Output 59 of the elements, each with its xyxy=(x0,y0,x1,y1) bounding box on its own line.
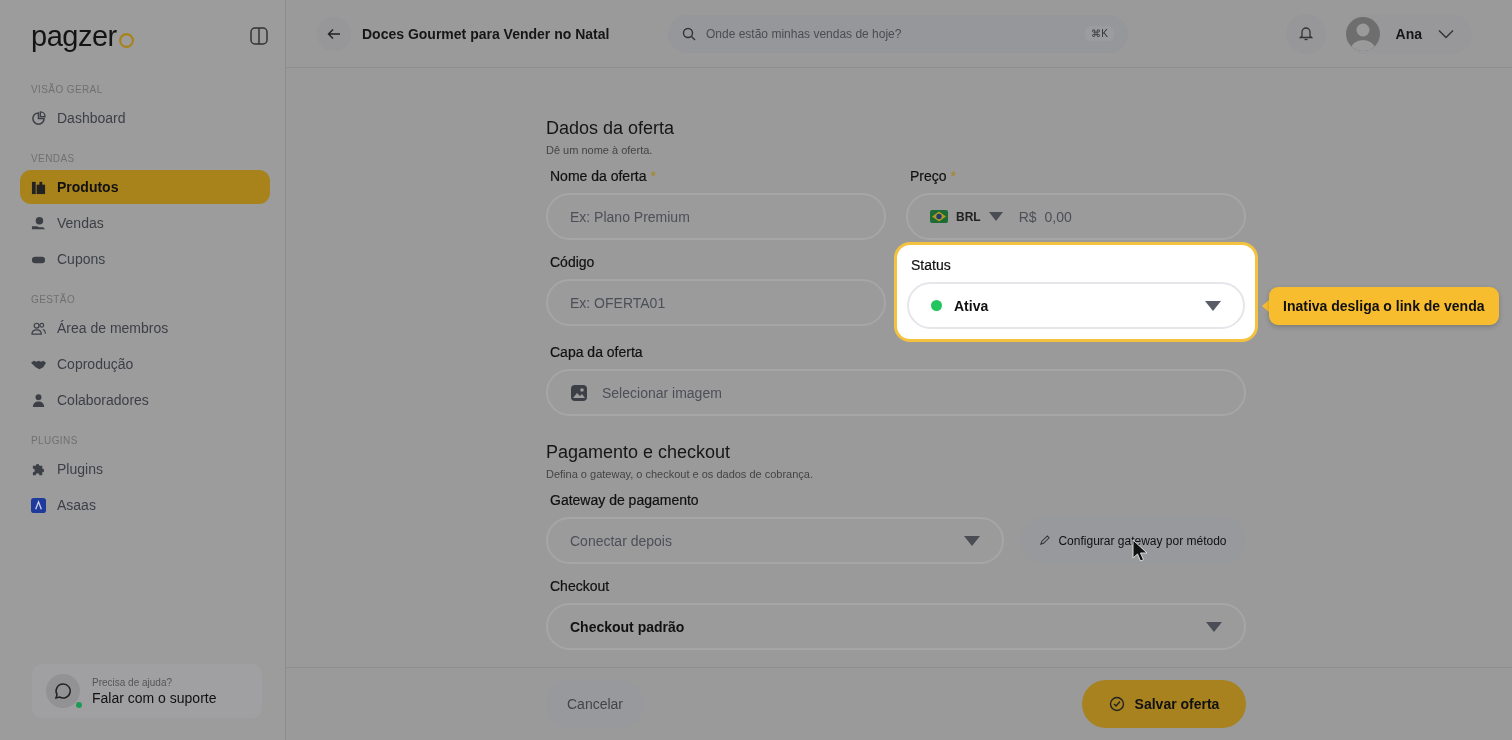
puzzle-icon xyxy=(31,461,46,477)
logo[interactable]: pagzer xyxy=(31,21,135,51)
field-label: Preço xyxy=(910,168,947,184)
support-label: Falar com o suporte xyxy=(92,689,217,706)
nav-item[interactable]: Coprodução xyxy=(20,347,270,381)
required-mark: * xyxy=(950,168,957,184)
tooltip: Inativa desliga o link de venda xyxy=(1269,286,1499,325)
field-label: Nome da oferta xyxy=(550,168,647,184)
section-title: Dados da oferta xyxy=(546,118,676,139)
field-label: Gateway de pagamento xyxy=(550,492,699,508)
select-field[interactable]: Conectar depois xyxy=(546,517,1004,564)
dropdown-arrow-icon xyxy=(988,212,1003,221)
check-circle-icon xyxy=(1108,696,1125,712)
users-icon xyxy=(31,320,46,336)
sidebar-toggle-icon[interactable] xyxy=(250,27,268,45)
field-label: Status xyxy=(911,257,951,273)
dropdown-arrow-icon xyxy=(1205,300,1221,311)
nav-item[interactable]: Dashboard xyxy=(20,101,270,135)
nav-item[interactable]: Área de membros xyxy=(20,311,270,345)
section-subtitle: Dê um nome à oferta. xyxy=(546,144,654,156)
field-label: Código xyxy=(550,254,595,270)
select-field[interactable]: Checkout padrão xyxy=(546,603,1246,650)
search-field[interactable]: Onde estão minhas vendas de hoje? ⌘K xyxy=(668,14,1128,53)
nav-item[interactable]: Produtos xyxy=(20,170,270,204)
bell-icon xyxy=(1298,26,1313,41)
nav-item[interactable]: Asaas xyxy=(20,488,270,522)
text-field[interactable]: Ex: Plano Premium xyxy=(546,193,886,240)
chat-icon xyxy=(54,682,72,700)
section-subtitle: Defina o gateway, o checkout e os dados de cobrança. xyxy=(546,468,815,480)
nav-item[interactable]: Colaboradores xyxy=(20,383,270,417)
image-icon xyxy=(570,383,588,402)
section-title: Pagamento e checkout xyxy=(546,442,732,463)
save-button[interactable]: Salvar oferta xyxy=(1082,680,1246,728)
dropdown-arrow-icon xyxy=(964,535,980,546)
pencil-icon xyxy=(1039,535,1051,546)
nav-item[interactable]: Vendas xyxy=(20,206,270,240)
required-mark: * xyxy=(650,168,656,184)
pie-chart-icon xyxy=(31,110,46,126)
page-title: Doces Gourmet para Vender no Natal xyxy=(362,25,611,42)
field-label: Capa da oferta xyxy=(550,344,643,360)
support-hint: Precisa de ajuda? xyxy=(92,676,174,688)
support-card[interactable]: Precisa de ajuda? Falar com o suporte xyxy=(32,664,262,718)
image-picker[interactable]: Selecionar imagem xyxy=(546,369,1246,416)
shortcut-badge: ⌘K xyxy=(1085,26,1114,41)
dropdown-arrow-icon xyxy=(1206,621,1222,632)
field-label: Checkout xyxy=(550,578,610,594)
person-icon xyxy=(31,392,46,408)
back-arrow-icon xyxy=(327,26,341,41)
nav-item[interactable]: Plugins xyxy=(20,452,270,486)
flag-icon xyxy=(930,210,948,223)
nav-item[interactable]: Cupons xyxy=(20,242,270,276)
app-logo-icon xyxy=(31,497,46,513)
text-field[interactable]: Ex: OFERTA01 xyxy=(546,279,886,326)
search-icon xyxy=(682,26,696,41)
price-field[interactable]: BRL R$ 0,00 xyxy=(906,193,1246,240)
status-select[interactable]: Ativa xyxy=(907,282,1245,329)
box-icon xyxy=(31,179,46,195)
chevron-down-icon xyxy=(1438,28,1454,39)
avatar xyxy=(1345,16,1380,51)
